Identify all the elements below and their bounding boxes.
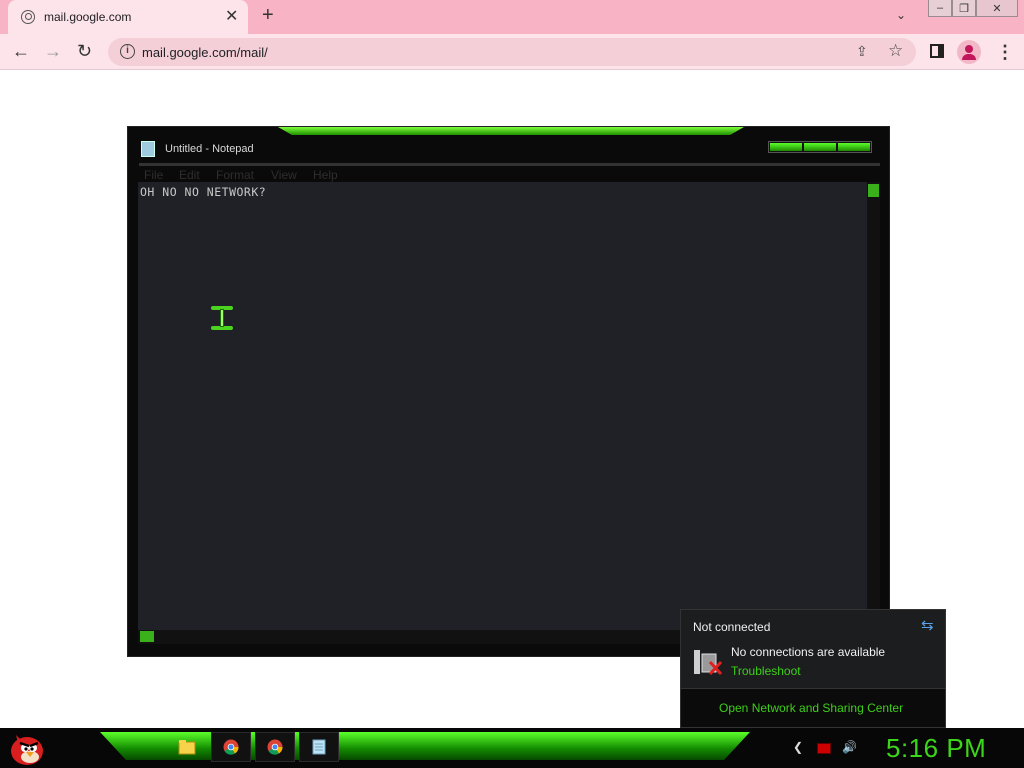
taskbar-chrome-button-2[interactable] <box>255 732 295 762</box>
globe-icon <box>21 10 35 24</box>
network-disconnected-icon <box>694 650 723 676</box>
notepad-icon <box>141 141 155 157</box>
profile-avatar[interactable] <box>957 40 981 64</box>
bookmark-star-icon[interactable]: ☆ <box>888 41 903 61</box>
folder-icon <box>178 740 196 755</box>
notepad-close-button[interactable] <box>838 143 870 151</box>
window-controls <box>768 141 872 153</box>
new-tab-button[interactable]: + <box>262 4 274 27</box>
network-tray-icon[interactable] <box>817 743 831 754</box>
notepad-icon <box>312 739 326 755</box>
browser-menu-icon[interactable]: ⋮ <box>996 42 1014 63</box>
no-connections-message: No connections are available <box>731 645 886 659</box>
troubleshoot-link[interactable]: Troubleshoot <box>731 664 801 678</box>
taskbar-notepad-button[interactable] <box>299 732 339 762</box>
flyout-footer: Open Network and Sharing Center <box>681 688 945 727</box>
chrome-icon <box>267 739 283 755</box>
network-status-title: Not connected <box>693 620 771 634</box>
share-icon[interactable]: ⇪ <box>856 43 868 60</box>
vertical-scroll-thumb[interactable] <box>868 184 879 197</box>
notepad-maximize-button[interactable] <box>804 143 836 151</box>
tab-gmail[interactable]: mail.google.com ✕ <box>8 0 248 34</box>
volume-icon[interactable]: 🔊 <box>842 740 857 754</box>
menu-file[interactable]: File <box>144 168 163 182</box>
title-glow <box>278 127 744 135</box>
start-button-angry-bird-icon[interactable] <box>6 729 46 767</box>
back-arrow-icon[interactable]: ← <box>12 41 30 62</box>
reload-icon[interactable]: ↻ <box>77 41 92 62</box>
menu-view[interactable]: View <box>271 168 297 182</box>
notepad-title: Untitled - Notepad <box>165 143 254 155</box>
chrome-icon <box>223 739 239 755</box>
side-panel-icon[interactable] <box>930 44 944 58</box>
taskbar-chrome-button[interactable] <box>211 732 251 762</box>
close-window-button[interactable]: ✕ <box>976 0 1018 17</box>
notepad-window[interactable]: Untitled - Notepad File Edit Format View… <box>127 126 890 657</box>
notepad-menubar: File Edit Format View Help <box>139 163 880 182</box>
text-cursor-icon <box>211 306 233 330</box>
restore-button[interactable]: ❐ <box>952 0 976 17</box>
minimize-button[interactable]: ‒ <box>928 0 952 17</box>
address-bar[interactable]: i mail.google.com/mail/ ⇪ ☆ <box>108 38 916 66</box>
tab-search-chevron-icon[interactable]: ⌄ <box>896 8 906 22</box>
tray-expand-icon[interactable]: ❮ <box>793 740 803 754</box>
tab-title: mail.google.com <box>44 10 132 24</box>
menu-format[interactable]: Format <box>216 168 254 182</box>
network-flyout: Not connected ⇆ No connections are avail… <box>680 609 946 728</box>
url-text[interactable]: mail.google.com/mail/ <box>142 45 268 60</box>
vertical-scrollbar[interactable] <box>867 182 880 630</box>
browser-toolbar: ← → ↻ i mail.google.com/mail/ ⇪ ☆ <box>0 34 1024 70</box>
taskbar-explorer-button[interactable] <box>167 732 207 762</box>
taskbar: ❮ 🔊 <box>0 728 1024 768</box>
tab-close-icon[interactable]: ✕ <box>225 6 238 26</box>
site-info-icon[interactable]: i <box>120 44 135 59</box>
menu-help[interactable]: Help <box>313 168 338 182</box>
notepad-text-area[interactable]: OH NO NO NETWORK? <box>138 182 867 630</box>
notepad-minimize-button[interactable] <box>770 143 802 151</box>
menu-edit[interactable]: Edit <box>179 168 200 182</box>
tab-strip: mail.google.com ✕ + ⌄ ‒ ❐ ✕ <box>0 0 1024 34</box>
forward-arrow-icon[interactable]: → <box>44 41 62 62</box>
notepad-content[interactable]: OH NO NO NETWORK? <box>140 185 266 199</box>
horizontal-scroll-thumb[interactable] <box>140 631 154 642</box>
taskbar-clock[interactable]: 5:16 PM <box>886 733 986 764</box>
refresh-icon[interactable]: ⇆ <box>921 616 934 634</box>
open-network-center-link[interactable]: Open Network and Sharing Center <box>719 701 903 715</box>
